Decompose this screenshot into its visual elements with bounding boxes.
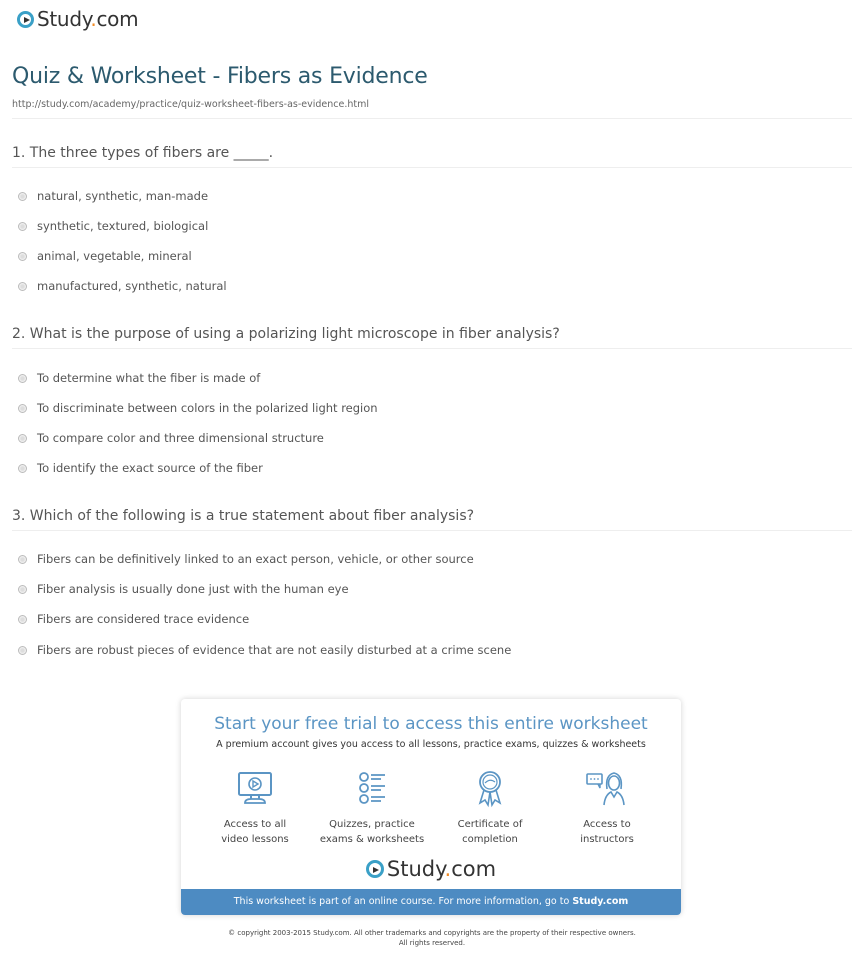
logo-wordmark: Study.com	[37, 7, 139, 31]
question-2: 2. What is the purpose of using a polari…	[12, 326, 560, 342]
feature-instructors: Access to instructors	[547, 769, 667, 847]
radio-button[interactable]	[18, 373, 27, 383]
divider	[12, 530, 852, 531]
answer-option[interactable]: synthetic, textured, biological	[18, 219, 208, 233]
promo-subtitle: A premium account gives you access to al…	[216, 739, 646, 750]
answer-option[interactable]: natural, synthetic, man-made	[18, 189, 208, 203]
radio-button[interactable]	[18, 645, 27, 655]
study-com-link[interactable]: Study.com	[572, 896, 628, 907]
course-info-bar: This worksheet is part of an online cour…	[181, 889, 681, 915]
answer-option[interactable]: Fibers are considered trace evidence	[18, 612, 249, 626]
answer-option[interactable]: Fibers can be definitively linked to an …	[18, 552, 474, 566]
radio-button[interactable]	[18, 554, 27, 564]
page-url: http://study.com/academy/practice/quiz-w…	[12, 99, 370, 110]
promo-study-logo[interactable]: Study.com	[181, 857, 681, 881]
radio-button[interactable]	[18, 463, 27, 473]
radio-button[interactable]	[18, 433, 27, 443]
copyright-footer: © copyright 2003-2015 Study.com. All oth…	[228, 929, 636, 947]
radio-button[interactable]	[18, 614, 27, 624]
answer-option[interactable]: Fiber analysis is usually done just with…	[18, 582, 349, 596]
divider	[12, 167, 852, 168]
quiz-list-icon	[359, 772, 385, 804]
answer-option[interactable]: To determine what the fiber is made of	[18, 371, 260, 385]
study-logo[interactable]: Study.com	[17, 7, 139, 31]
divider	[12, 348, 852, 349]
radio-button[interactable]	[18, 191, 27, 201]
radio-button[interactable]	[18, 221, 27, 231]
question-1: 1. The three types of fibers are _____.	[12, 145, 274, 161]
page-title: Quiz & Worksheet - Fibers as Evidence	[12, 64, 428, 89]
radio-button[interactable]	[18, 403, 27, 413]
free-trial-promo: Start your free trial to access this ent…	[181, 699, 681, 915]
question-3: 3. Which of the following is a true stat…	[12, 508, 475, 524]
answer-option[interactable]: To compare color and three dimensional s…	[18, 431, 324, 445]
promo-title[interactable]: Start your free trial to access this ent…	[181, 714, 681, 734]
answer-option[interactable]: animal, vegetable, mineral	[18, 249, 192, 263]
radio-button[interactable]	[18, 251, 27, 261]
radio-button[interactable]	[18, 584, 27, 594]
answer-option[interactable]: To discriminate between colors in the po…	[18, 401, 378, 415]
feature-video-lessons: Access to all video lessons	[195, 769, 315, 847]
feature-certificate: Certificate of completion	[430, 769, 550, 847]
answer-option[interactable]: To identify the exact source of the fibe…	[18, 461, 263, 475]
divider	[12, 118, 852, 119]
play-logo-icon	[365, 860, 384, 878]
radio-button[interactable]	[18, 281, 27, 291]
logo-wordmark: Study.com	[386, 857, 497, 881]
instructor-chat-icon	[586, 772, 625, 806]
answer-option[interactable]: Fibers are robust pieces of evidence tha…	[18, 643, 511, 657]
answer-option[interactable]: manufactured, synthetic, natural	[18, 279, 227, 293]
feature-quizzes: Quizzes, practice exams & worksheets	[312, 769, 432, 847]
play-logo-icon	[17, 10, 34, 28]
video-monitor-icon	[238, 772, 272, 804]
certificate-ribbon-icon	[478, 771, 502, 808]
